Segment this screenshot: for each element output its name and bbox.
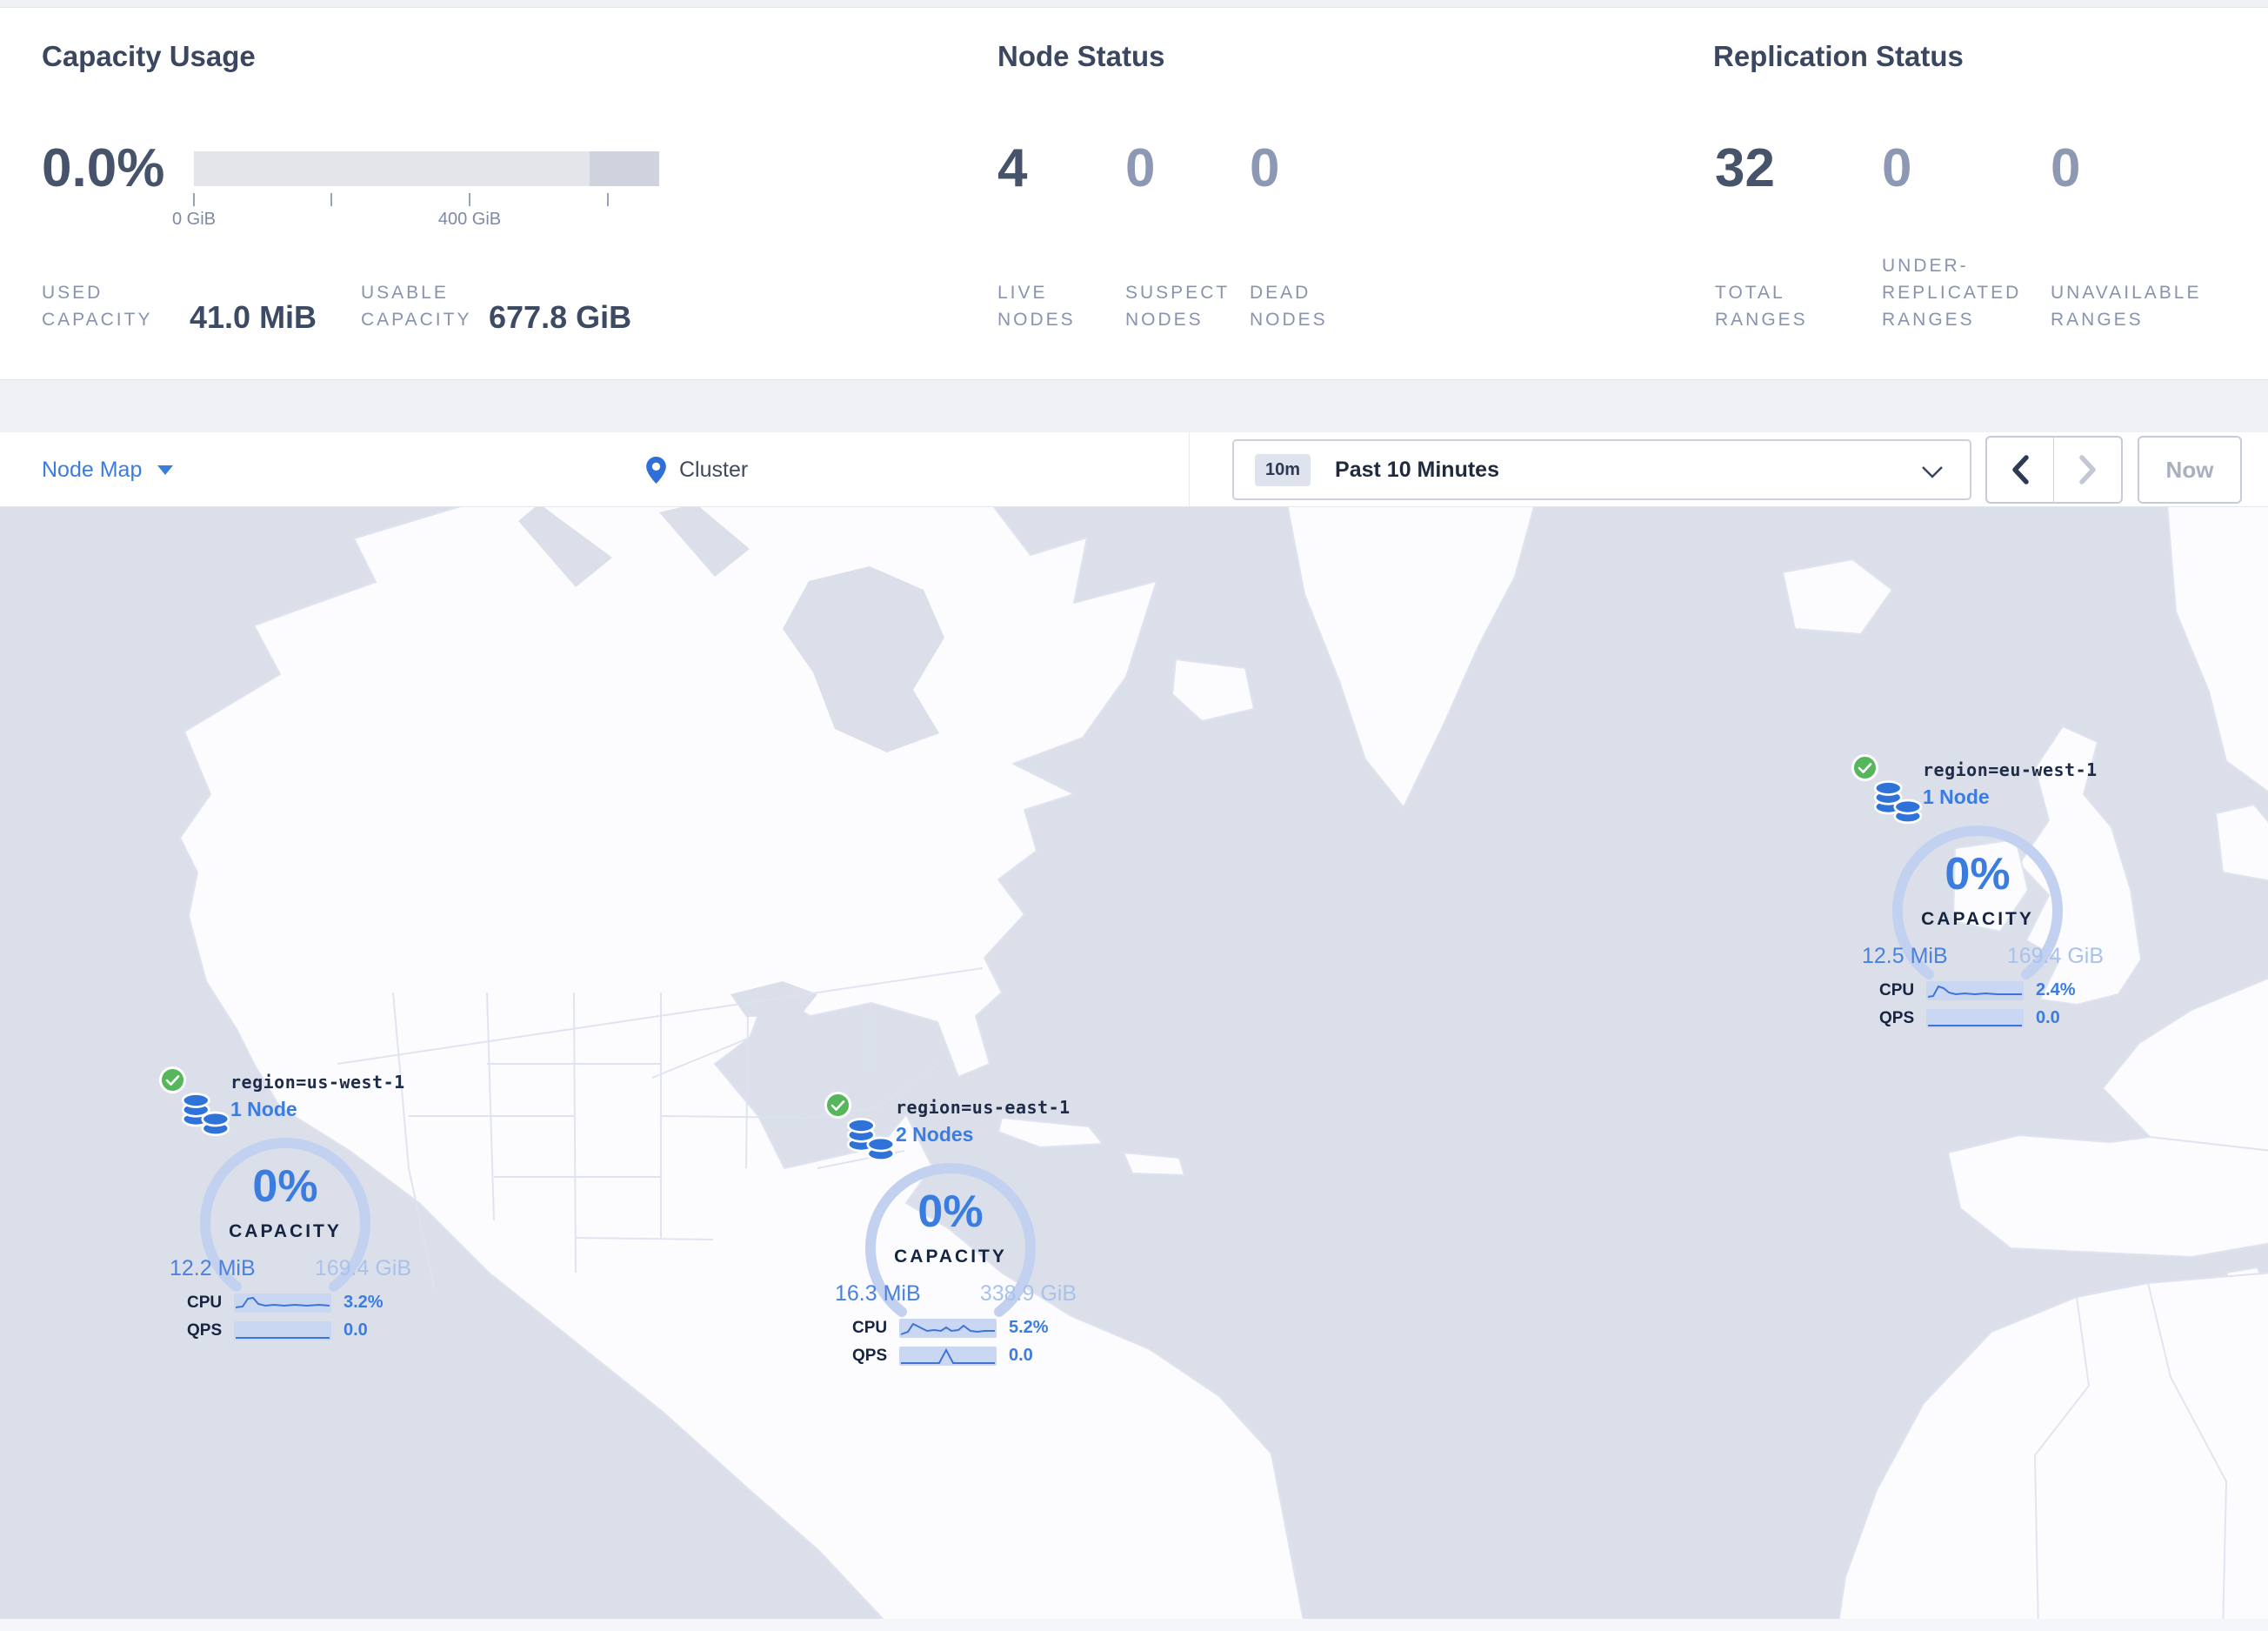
time-range-badge: 10m <box>1255 453 1311 486</box>
capacity-bar-reserved-segment <box>590 151 659 186</box>
caret-down-icon <box>157 465 174 475</box>
qps-value: 0.0 <box>1009 1346 1033 1365</box>
qps-sparkline <box>899 1346 997 1366</box>
qps-value: 0.0 <box>2036 1008 2060 1027</box>
node-status-title: Node Status <box>997 40 1165 72</box>
capacity-tick <box>330 193 332 206</box>
region-capacity-label: CAPACITY <box>1921 909 2034 929</box>
database-stack-icon <box>1873 780 1923 825</box>
cpu-value: 5.2% <box>1009 1318 1049 1337</box>
cpu-label: CPU <box>187 1293 223 1312</box>
cpu-value: 3.2% <box>344 1293 384 1312</box>
cpu-value: 2.4% <box>2036 980 2076 999</box>
qps-label: QPS <box>1879 1008 1915 1027</box>
qps-label: QPS <box>852 1346 888 1365</box>
suspect-nodes-label: SUSPECT NODES <box>1125 283 1230 330</box>
region-node-count[interactable]: 1 Node <box>230 1098 297 1121</box>
breadcrumb[interactable]: Cluster <box>645 432 748 507</box>
cpu-sparkline <box>234 1293 331 1313</box>
capacity-bar-gauge <box>194 151 659 186</box>
qps-sparkline <box>234 1320 331 1340</box>
capacity-tick-label-400: 400 GiB <box>437 210 502 229</box>
time-range-label: Past 10 Minutes <box>1335 457 1499 482</box>
cluster-summary-bar: Capacity Usage 0.0% 0 GiB 400 GiB USED C… <box>0 7 2268 380</box>
live-nodes-count: 4 <box>997 138 1028 198</box>
map-pin-icon <box>646 456 666 484</box>
map-toolbar: Node Map Cluster 10m Past 10 Minutes Now <box>0 432 2268 507</box>
time-step-forward-button[interactable] <box>2054 438 2121 502</box>
chevron-left-icon <box>2012 455 2029 485</box>
node-map: region=us-west-1 1 Node 0% CAPACITY 12.2… <box>0 507 2268 1631</box>
unavailable-ranges-label: UNAVAILABLE RANGES <box>2051 283 2202 330</box>
region-used-capacity: 12.2 MiB <box>170 1256 256 1280</box>
region-used-capacity: 16.3 MiB <box>835 1281 921 1306</box>
total-ranges-count: 32 <box>1715 138 1775 198</box>
region-capacity-percent: 0% <box>917 1186 984 1237</box>
usable-capacity-value: 677.8 GiB <box>489 299 632 335</box>
region-total-capacity: 169.4 GiB <box>2006 944 2104 968</box>
time-step-back-button[interactable] <box>1987 438 2054 502</box>
dead-nodes-label: DEAD NODES <box>1250 283 1328 330</box>
live-nodes-label: LIVE NODES <box>997 283 1076 330</box>
view-selector-dropdown[interactable]: Node Map <box>42 432 174 507</box>
total-ranges-label: TOTAL RANGES <box>1715 283 1808 330</box>
now-button[interactable]: Now <box>2138 436 2242 504</box>
region-name: region=us-east-1 <box>896 1097 1071 1118</box>
suspect-nodes-count: 0 <box>1125 138 1156 198</box>
capacity-tick-label-0: 0 GiB <box>171 210 217 229</box>
qps-value: 0.0 <box>344 1320 368 1340</box>
region-capacity-percent: 0% <box>252 1161 318 1212</box>
capacity-tick <box>607 193 609 206</box>
replication-status-title: Replication Status <box>1713 40 1964 72</box>
region-total-capacity: 169.4 GiB <box>314 1256 411 1280</box>
time-step-buttons <box>1985 436 2123 504</box>
qps-label: QPS <box>187 1320 223 1340</box>
used-capacity-label: USED CAPACITY <box>42 283 153 330</box>
cpu-label: CPU <box>1879 980 1915 999</box>
region-total-capacity: 338.9 GiB <box>979 1281 1077 1306</box>
breadcrumb-label: Cluster <box>679 457 749 482</box>
cpu-sparkline <box>899 1318 997 1338</box>
capacity-percent: 0.0% <box>42 138 165 198</box>
region-capacity-label: CAPACITY <box>894 1247 1007 1267</box>
under-replicated-ranges-count: 0 <box>1882 138 1912 198</box>
region-name: region=us-west-1 <box>230 1072 405 1093</box>
toolbar-divider <box>1189 432 1190 507</box>
capacity-tick <box>193 193 195 206</box>
capacity-tick <box>469 193 470 206</box>
chevron-down-icon <box>1922 466 1943 478</box>
region-used-capacity: 12.5 MiB <box>1862 944 1948 968</box>
cpu-label: CPU <box>852 1318 888 1337</box>
region-capacity-label: CAPACITY <box>229 1221 342 1241</box>
time-range-dropdown[interactable]: 10m Past 10 Minutes <box>1232 439 1971 500</box>
chevron-right-icon <box>2078 455 2096 485</box>
database-stack-icon <box>181 1093 230 1137</box>
capacity-usage-title: Capacity Usage <box>42 40 256 72</box>
dead-nodes-count: 0 <box>1250 138 1280 198</box>
used-capacity-value: 41.0 MiB <box>190 299 317 335</box>
cpu-sparkline <box>1926 980 2024 1000</box>
qps-sparkline <box>1926 1008 2024 1028</box>
map-bottom-strip <box>0 1619 2268 1631</box>
region-name: region=eu-west-1 <box>1923 759 2098 780</box>
region-capacity-percent: 0% <box>1944 849 2011 899</box>
database-stack-icon <box>846 1118 896 1162</box>
view-selector-label: Node Map <box>42 457 143 482</box>
under-replicated-ranges-label: UNDER-REPLICATED RANGES <box>1882 256 2022 330</box>
region-marker-us-east-1[interactable]: region=us-east-1 2 Nodes 0% CAPACITY 16.… <box>824 1092 1085 1383</box>
region-node-count[interactable]: 1 Node <box>1923 785 1990 809</box>
region-marker-us-west-1[interactable]: region=us-west-1 1 Node 0% CAPACITY 12.2… <box>159 1066 420 1358</box>
region-marker-eu-west-1[interactable]: region=eu-west-1 1 Node 0% CAPACITY 12.5… <box>1851 754 2112 1046</box>
unavailable-ranges-count: 0 <box>2051 138 2081 198</box>
region-node-count[interactable]: 2 Nodes <box>896 1123 973 1146</box>
usable-capacity-label: USABLE CAPACITY <box>361 283 472 330</box>
